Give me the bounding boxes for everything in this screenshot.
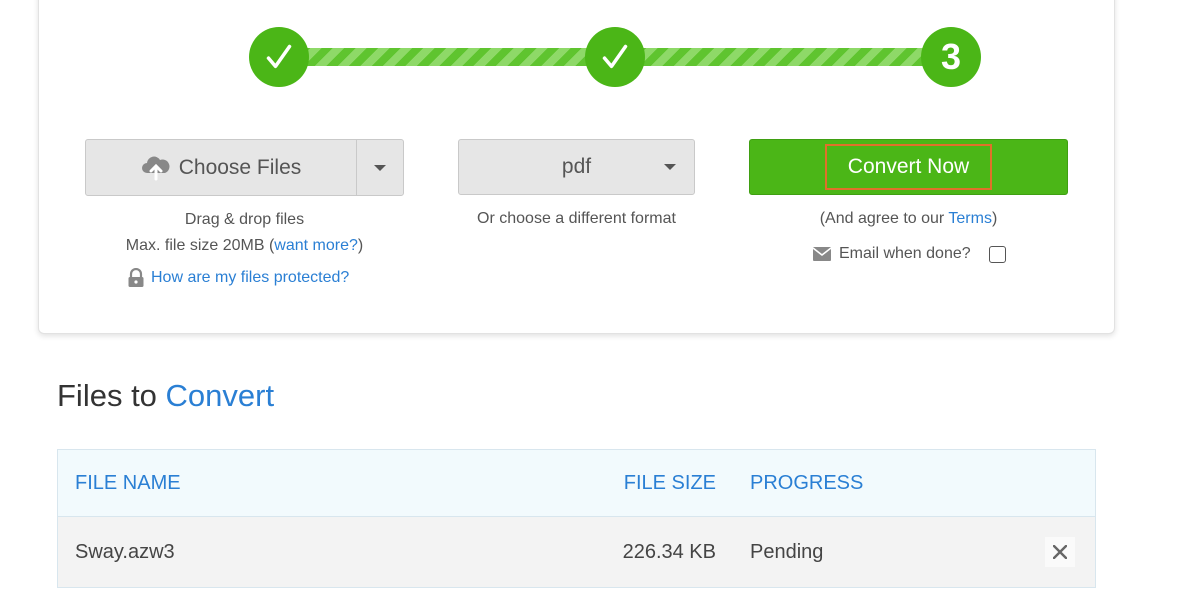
drag-drop-hint: Drag & drop files: [184, 211, 305, 228]
terms-prefix: (And agree to our: [819, 210, 949, 227]
envelope-icon: [813, 247, 831, 261]
want-more-link[interactable]: want more?: [274, 237, 358, 254]
remove-file-button[interactable]: [1045, 537, 1075, 567]
choose-files-label: Choose Files: [178, 155, 302, 179]
step-connector-1: [299, 48, 599, 66]
choose-files-dropdown-toggle[interactable]: [357, 140, 403, 195]
chevron-down-icon: [664, 164, 676, 170]
choose-files-group: Choose Files: [85, 139, 404, 196]
max-size-suffix: ): [357, 237, 364, 254]
email-when-done-row: Email when done?: [813, 245, 1006, 263]
file-size-cell: 226.34 KB: [622, 540, 716, 563]
remove-cell: [1045, 517, 1075, 587]
convert-now-label: Convert Now: [824, 144, 993, 190]
title-prefix: Files to: [57, 378, 166, 413]
checkmark-icon: [602, 44, 628, 69]
cloud-upload-icon: [141, 156, 170, 180]
column-header-file-name: FILE NAME: [75, 471, 181, 494]
step-1-complete: [249, 27, 309, 87]
step-connector-2: [635, 48, 935, 66]
files-table-header: FILE NAME FILE SIZE PROGRESS: [58, 450, 1095, 517]
max-size-hint: Max. file size 20MB (want more?): [85, 237, 404, 255]
files-protected-link[interactable]: How are my files protected?: [151, 269, 349, 287]
format-hint: Or choose a different format: [477, 210, 676, 227]
format-selected-value: pdf: [561, 155, 592, 178]
step-3-current: 3: [921, 27, 981, 87]
title-accent: Convert: [165, 378, 275, 413]
convert-now-button[interactable]: Convert Now: [749, 139, 1068, 195]
chevron-down-icon: [374, 164, 386, 171]
files-protected-row: How are my files protected?: [127, 268, 349, 288]
email-when-done-label: Email when done?: [839, 245, 971, 262]
terms-suffix: ): [991, 210, 998, 227]
terms-link[interactable]: Terms: [948, 210, 992, 227]
choose-files-button[interactable]: Choose Files: [86, 140, 357, 195]
lock-icon: [128, 268, 144, 287]
files-table: FILE NAME FILE SIZE PROGRESS Sway.azw3 2…: [57, 449, 1096, 588]
close-icon: [1053, 545, 1067, 559]
max-size-text: Max. file size 20MB (: [125, 237, 275, 254]
column-header-progress: PROGRESS: [750, 471, 864, 494]
progress-cell: Pending: [750, 540, 824, 563]
format-select[interactable]: pdf: [458, 139, 695, 195]
terms-agreement: (And agree to our Terms): [749, 210, 1068, 228]
table-row: Sway.azw3 226.34 KB Pending: [58, 517, 1095, 587]
file-name-cell: Sway.azw3: [75, 540, 175, 563]
column-header-file-size: FILE SIZE: [623, 471, 716, 494]
email-when-done-checkbox[interactable]: [988, 245, 1006, 263]
checkmark-icon: [266, 44, 292, 69]
step-2-complete: [585, 27, 645, 87]
files-to-convert-title: Files to Convert: [57, 378, 274, 414]
